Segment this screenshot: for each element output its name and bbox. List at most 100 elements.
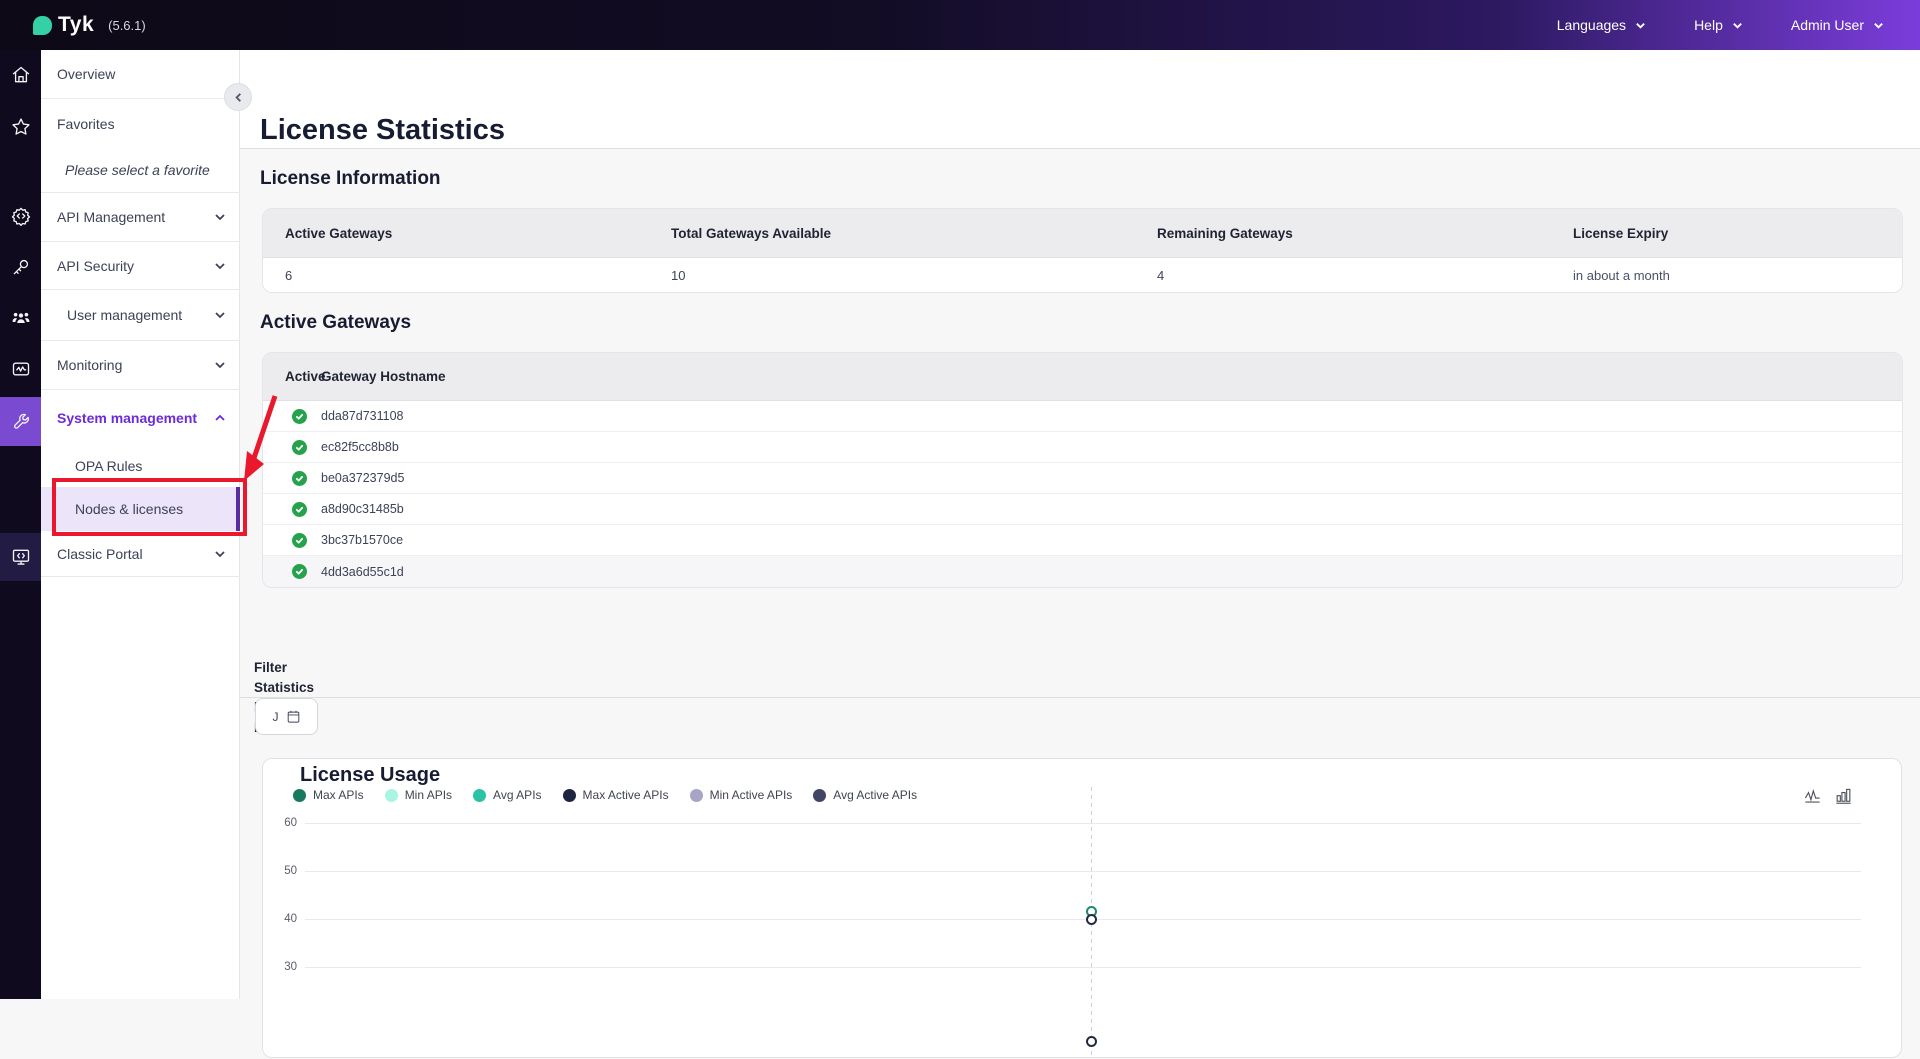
legend-item[interactable]: Avg Active APIs — [813, 788, 917, 802]
chevron-down-icon — [214, 309, 226, 321]
gridline — [305, 871, 1861, 872]
table-row[interactable]: be0a372379d5 — [263, 463, 1902, 494]
check-circle-icon — [292, 440, 307, 455]
table-row[interactable]: ec82f5cc8b8b — [263, 432, 1902, 463]
chevron-down-icon — [1732, 20, 1743, 31]
topbar-menu: Languages Help Admin User — [1557, 17, 1920, 33]
data-point-marker[interactable] — [1086, 914, 1097, 925]
active-gateways-rows: dda87d731108 ec82f5cc8b8b be0a372379d5a8d9… — [263, 401, 1902, 587]
legend-item[interactable]: Max Active APIs — [563, 788, 669, 802]
sidebar-item-api-management[interactable]: API Management — [41, 193, 240, 242]
classic-portal-label: Classic Portal — [57, 546, 143, 562]
chevron-down-icon — [214, 548, 226, 560]
divider — [240, 148, 1920, 149]
sidebar-item-api-security[interactable]: API Security — [41, 242, 240, 290]
api-management-icon[interactable] — [0, 196, 41, 236]
sidebar-item-user-management[interactable]: User management — [41, 290, 240, 341]
monitoring-label: Monitoring — [57, 357, 122, 373]
check-circle-icon — [292, 533, 307, 548]
column-header: Gateway Hostname — [321, 369, 1902, 384]
gateway-hostname: 4dd3a6d55c1d — [321, 565, 1902, 579]
y-axis-tick-label: 30 — [267, 961, 297, 973]
column-header: Active Gateways — [263, 226, 649, 241]
sidebar-item-favorites[interactable]: Favorites — [41, 99, 240, 148]
chart-type-toggles — [1803, 787, 1853, 806]
gridline — [305, 919, 1861, 920]
legend-dot — [293, 789, 306, 802]
languages-menu[interactable]: Languages — [1557, 17, 1646, 33]
column-header: Remaining Gateways — [1135, 226, 1551, 241]
active-status-cell — [263, 440, 321, 455]
sidebar-item-system-management[interactable]: System management — [41, 390, 240, 445]
star-icon[interactable] — [0, 107, 41, 147]
monitoring-icon[interactable] — [0, 349, 41, 389]
main-content: License Statistics License Information A… — [240, 50, 1920, 999]
admin-user-menu[interactable]: Admin User — [1791, 17, 1884, 33]
check-circle-icon — [292, 502, 307, 517]
active-gateways-header-row: ActiveGateway Hostname — [263, 353, 1902, 401]
help-menu[interactable]: Help — [1694, 17, 1743, 33]
active-status-cell — [263, 502, 321, 517]
legend-label: Avg APIs — [493, 788, 541, 802]
sidebar-item-nodes-licenses[interactable]: Nodes & licenses — [41, 487, 240, 531]
filter-label-line: Statistics — [254, 678, 334, 698]
chevron-down-icon — [214, 211, 226, 223]
bar-chart-icon[interactable] — [1834, 787, 1853, 806]
system-management-icon[interactable] — [0, 397, 41, 446]
chart-legend: Max APIs Min APIs Avg APIs Max Active APIs M… — [293, 788, 917, 802]
table-row[interactable]: 4dd3a6d55c1d — [263, 556, 1902, 587]
overview-label: Overview — [57, 66, 115, 82]
gridline — [305, 967, 1861, 968]
active-status-cell — [263, 409, 321, 424]
legend-label: Min APIs — [405, 788, 452, 802]
sidebar-item-classic-portal[interactable]: Classic Portal — [41, 531, 240, 577]
legend-dot — [473, 789, 486, 802]
table-row[interactable]: dda87d731108 — [263, 401, 1902, 432]
license-information-header-row: Active GatewaysTotal Gateways AvailableR… — [263, 209, 1902, 258]
api-management-label: API Management — [57, 209, 165, 225]
version-label: (5.6.1) — [108, 18, 146, 33]
chevron-left-icon — [233, 92, 244, 103]
license-info-value: 6 — [263, 268, 649, 283]
check-circle-icon — [292, 409, 307, 424]
gridline — [305, 823, 1861, 824]
table-row[interactable]: a8d90c31485b — [263, 494, 1902, 525]
y-axis-tick-label: 50 — [267, 865, 297, 877]
top-bar: Tyk (5.6.1) Languages Help Admin User — [0, 0, 1920, 50]
license-information-value-row: 6104in about a month — [263, 258, 1902, 292]
legend-item[interactable]: Max APIs — [293, 788, 364, 802]
home-icon[interactable] — [0, 55, 41, 95]
favorites-hint: Please select a favorite — [41, 148, 240, 193]
line-chart-icon[interactable] — [1803, 787, 1822, 806]
sidebar-collapse-button[interactable] — [224, 83, 252, 111]
data-point-marker[interactable] — [1086, 1036, 1097, 1047]
page-title: License Statistics — [260, 114, 505, 147]
date-input-value: J — [273, 710, 279, 724]
tyk-logo-text: Tyk — [58, 13, 94, 37]
gateway-hostname: ec82f5cc8b8b — [321, 440, 1902, 454]
title-band: License Statistics — [240, 50, 1920, 148]
table-row[interactable]: 3bc37b1570ce — [263, 525, 1902, 556]
license-info-value: in about a month — [1551, 268, 1902, 283]
license-information-table: Active GatewaysTotal Gateways AvailableR… — [262, 208, 1903, 293]
classic-portal-icon[interactable] — [0, 533, 41, 581]
legend-dot — [813, 789, 826, 802]
api-security-icon[interactable] — [0, 247, 41, 287]
sidebar-item-overview[interactable]: Overview — [41, 50, 240, 99]
sidebar-item-monitoring[interactable]: Monitoring — [41, 341, 240, 390]
column-header: Total Gateways Available — [649, 226, 1135, 241]
legend-item[interactable]: Avg APIs — [473, 788, 541, 802]
sidebar-item-opa-rules[interactable]: OPA Rules — [41, 445, 240, 487]
tyk-logo[interactable]: Tyk (5.6.1) — [33, 13, 146, 37]
sidebar-nav: Overview Favorites Please select a favor… — [41, 50, 240, 999]
y-axis-tick-label: 60 — [267, 817, 297, 829]
legend-item[interactable]: Min Active APIs — [690, 788, 793, 802]
check-circle-icon — [292, 471, 307, 486]
date-range-input[interactable]: J — [255, 698, 318, 735]
nodes-licenses-label: Nodes & licenses — [75, 501, 183, 517]
legend-label: Min Active APIs — [710, 788, 793, 802]
divider — [240, 697, 1920, 698]
legend-dot — [690, 789, 703, 802]
user-management-icon[interactable] — [0, 298, 41, 338]
legend-item[interactable]: Min APIs — [385, 788, 452, 802]
